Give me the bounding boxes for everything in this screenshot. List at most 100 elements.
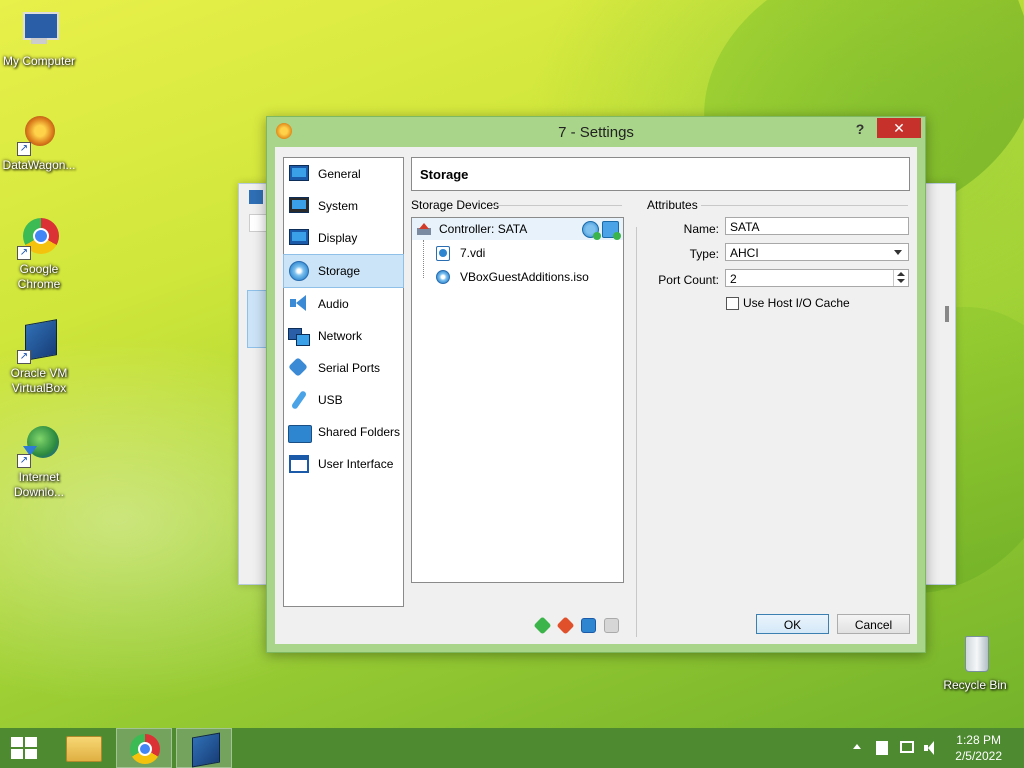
recycle-bin-icon: [953, 632, 997, 676]
nav-item-system[interactable]: System: [284, 190, 403, 222]
nav-item-label: Storage: [318, 264, 361, 278]
computer-icon: [17, 8, 61, 52]
nav-item-label: Display: [318, 231, 358, 245]
storage-devices-label: Storage Devices: [411, 198, 500, 212]
nav-item-network[interactable]: Network: [284, 320, 403, 352]
taskbar-virtualbox[interactable]: [176, 728, 232, 768]
type-select[interactable]: AHCI: [725, 243, 909, 261]
disk-icon: [288, 261, 310, 281]
window-icon: [288, 454, 310, 474]
add-attachment-button[interactable]: [581, 618, 596, 633]
taskbar-chrome[interactable]: [116, 728, 172, 768]
datawagon-icon: ↗: [17, 112, 61, 156]
nav-item-serial-ports[interactable]: Serial Ports: [284, 352, 403, 384]
name-label: Name:: [683, 222, 719, 236]
nav-item-storage[interactable]: Storage: [283, 254, 404, 288]
windows-logo-icon: [11, 737, 37, 759]
tree-controller-label: Controller: SATA: [439, 222, 528, 236]
start-button[interactable]: [0, 728, 48, 768]
plus-icon: [613, 232, 621, 240]
ok-button[interactable]: OK: [756, 614, 829, 634]
attributes-label: Attributes: [647, 198, 698, 212]
tree-controller-sata[interactable]: Controller: SATA: [412, 218, 623, 240]
scrollbar-thumb[interactable]: [945, 306, 949, 322]
spinner-arrows-icon[interactable]: [893, 270, 908, 286]
monitor-icon: [288, 164, 310, 184]
nav-item-label: USB: [318, 393, 343, 407]
nav-item-label: Serial Ports: [318, 361, 381, 375]
tree-item-guest-additions-iso[interactable]: VBoxGuestAdditions.iso: [412, 266, 623, 288]
desktop-icon-internet-download[interactable]: ↗ Internet Downlo...: [0, 424, 78, 500]
shortcut-arrow-icon: ↗: [17, 142, 31, 156]
plus-icon: [593, 232, 601, 240]
desktop-icon-label: Internet Downlo...: [13, 470, 65, 499]
dialog-client-area: General System Display Storage Audio Net…: [275, 147, 917, 644]
chevron-down-icon: [894, 250, 902, 255]
nav-item-user-interface[interactable]: User Interface: [284, 448, 403, 480]
port-count-spinner[interactable]: 2: [725, 269, 909, 287]
hard-disk-icon: [436, 245, 450, 261]
volume-muted-icon[interactable]: [924, 741, 936, 755]
panel-divider: [636, 227, 637, 637]
help-button[interactable]: ?: [853, 121, 867, 139]
tree-item-7-vdi[interactable]: 7.vdi: [412, 242, 623, 264]
tree-item-label: VBoxGuestAdditions.iso: [460, 270, 589, 284]
nav-item-shared-folders[interactable]: Shared Folders: [284, 416, 403, 448]
group-divider: [701, 205, 908, 206]
settings-dialog[interactable]: 7 - Settings ? ✕ General System Display: [266, 116, 926, 653]
host-io-cache-checkbox[interactable]: [726, 297, 739, 310]
add-controller-button[interactable]: [533, 616, 552, 635]
network-icon: [288, 326, 310, 346]
show-hidden-icons-button[interactable]: [853, 744, 861, 749]
nav-item-label: Shared Folders: [318, 425, 401, 439]
desktop-icon-google-chrome[interactable]: ↗ Google Chrome: [0, 216, 78, 292]
clock-time: 1:28 PM: [956, 733, 1001, 747]
dialog-title: 7 - Settings: [558, 124, 634, 141]
remove-controller-button[interactable]: [556, 616, 575, 635]
type-label: Type:: [689, 247, 719, 261]
controller-icon: [417, 223, 431, 235]
toolbar-icon: [249, 214, 267, 232]
nav-item-audio[interactable]: Audio: [284, 288, 403, 320]
desktop-icon-recycle-bin[interactable]: Recycle Bin: [936, 632, 1014, 693]
taskbar: 1:28 PM 2/5/2022: [0, 728, 1024, 768]
desktop-icon-label: Recycle Bin: [943, 678, 1007, 692]
folder-icon: [288, 422, 312, 443]
speaker-icon: [288, 294, 310, 314]
desktop-icon-my-computer[interactable]: My Computer: [0, 8, 78, 69]
add-optical-drive-button[interactable]: [582, 221, 601, 240]
remove-attachment-button[interactable]: [604, 618, 619, 633]
shortcut-arrow-icon: ↗: [17, 246, 31, 260]
network-icon[interactable]: [900, 741, 914, 753]
tree-item-label: 7.vdi: [460, 246, 486, 260]
host-io-cache-label[interactable]: Use Host I/O Cache: [743, 296, 850, 310]
settings-nav-list[interactable]: General System Display Storage Audio Net…: [283, 157, 404, 607]
port-count-label: Port Count:: [658, 273, 719, 287]
name-field[interactable]: SATA: [725, 217, 909, 235]
desktop-icon-label: DataWagon...: [2, 158, 76, 172]
virtualbox-icon: [249, 190, 263, 204]
group-divider: [495, 205, 622, 206]
desktop-icon-datawagon[interactable]: ↗ DataWagon...: [0, 112, 78, 173]
nav-item-label: User Interface: [318, 457, 394, 471]
add-hard-disk-button[interactable]: [602, 221, 621, 240]
close-button[interactable]: ✕: [877, 118, 921, 138]
chrome-icon: ↗: [17, 216, 61, 260]
dialog-titlebar[interactable]: 7 - Settings ? ✕: [267, 117, 925, 147]
nav-item-general[interactable]: General: [284, 158, 403, 190]
cancel-button[interactable]: Cancel: [837, 614, 910, 634]
usb-icon: [288, 390, 310, 410]
port-count-value: 2: [730, 272, 737, 286]
taskbar-clock[interactable]: 1:28 PM 2/5/2022: [955, 732, 1002, 764]
page-header: Storage: [411, 157, 910, 191]
virtualbox-icon: [192, 732, 220, 768]
taskbar-file-explorer[interactable]: [56, 728, 112, 768]
nav-item-usb[interactable]: USB: [284, 384, 403, 416]
shortcut-arrow-icon: ↗: [17, 454, 31, 468]
desktop-icon-virtualbox[interactable]: ↗ Oracle VM VirtualBox: [0, 319, 78, 396]
nav-item-display[interactable]: Display: [284, 222, 403, 254]
virtualbox-icon: ↗: [17, 319, 61, 364]
action-center-flag-icon[interactable]: [876, 741, 888, 755]
storage-tree[interactable]: Controller: SATA 7.vdi VBoxGuestAddition…: [411, 217, 624, 583]
chip-icon: [288, 196, 310, 216]
